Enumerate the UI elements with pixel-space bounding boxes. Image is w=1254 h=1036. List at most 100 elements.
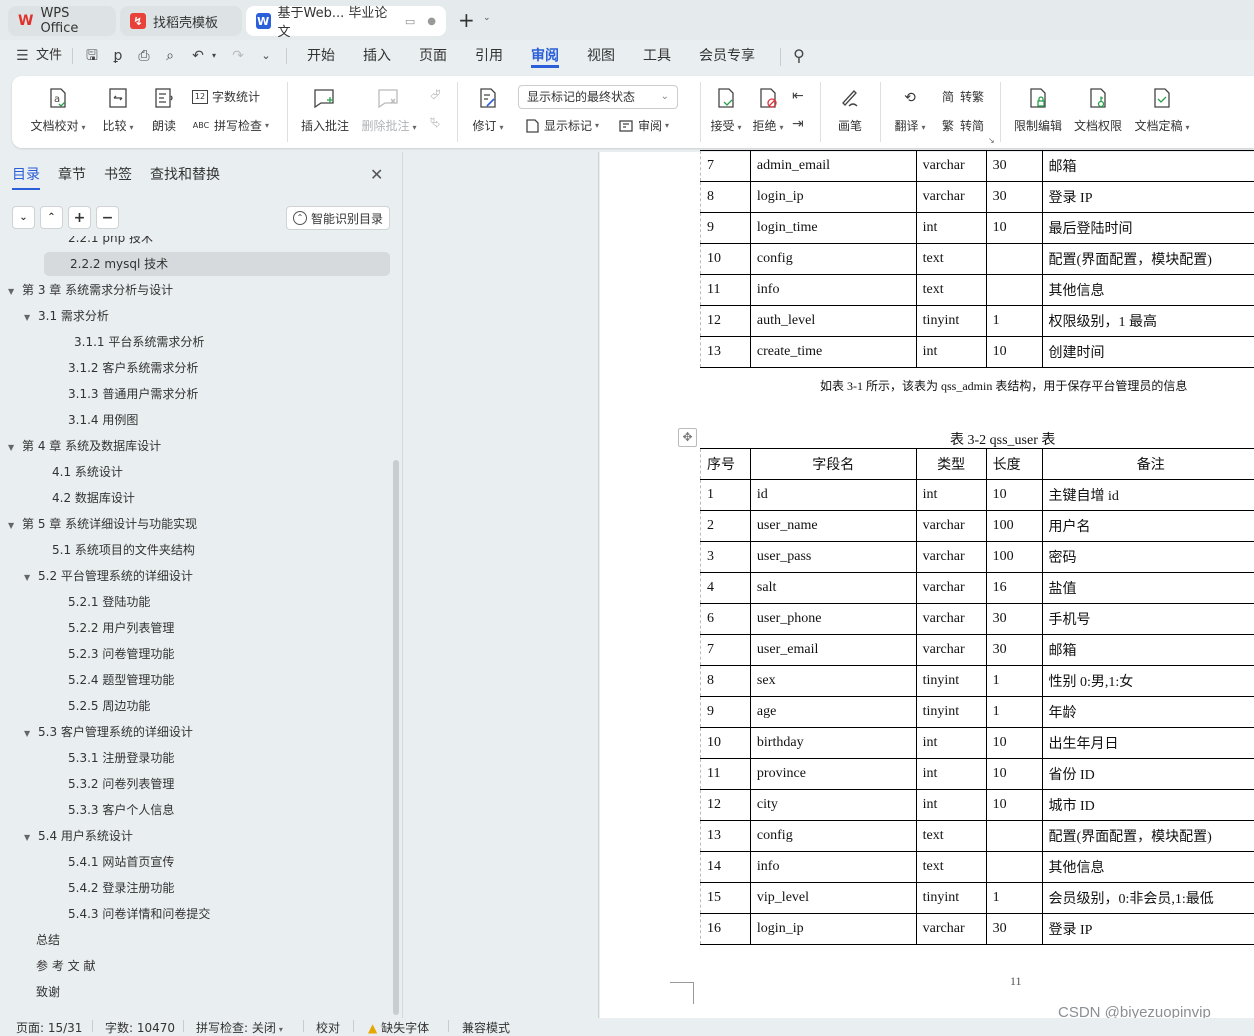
toc-item[interactable]: 5.2.1 登陆功能 (68, 590, 150, 614)
toc-item[interactable]: 5.2.4 题型管理功能 (68, 668, 174, 692)
toc-item[interactable]: 5.2.2 用户列表管理 (68, 616, 174, 640)
next-revision-icon[interactable]: ⇥ (792, 116, 804, 132)
toc-item[interactable]: 5.2.5 周边功能 (68, 694, 150, 718)
prev-revision-icon[interactable]: ⇤ (792, 88, 804, 104)
read-aloud-button[interactable]: 朗读 (150, 76, 178, 134)
menu-file[interactable]: 文件 (36, 46, 62, 68)
menu-home[interactable]: 开始 (307, 46, 335, 68)
toc-item[interactable]: 3.1.1 平台系统需求分析 (74, 330, 204, 354)
search-icon[interactable]: ⚲ (791, 48, 807, 64)
remove-level-button[interactable]: − (96, 206, 119, 229)
menu-page[interactable]: 页面 (419, 46, 447, 68)
spell-check-status[interactable]: 拼写检查: 关闭▾ (196, 1019, 283, 1036)
expand-triangle-icon[interactable]: ▼ (8, 436, 22, 460)
to-simplified-button[interactable]: 繁 转简 (940, 117, 984, 134)
show-markup-button[interactable]: 显示标记▾ (524, 117, 599, 134)
new-tab-plus-icon[interactable]: + (458, 8, 475, 32)
tab-bookmarks[interactable]: 书签 (104, 164, 132, 190)
tab-docer[interactable]: ↯ 找稻壳模板 (120, 6, 242, 36)
add-level-button[interactable]: + (68, 206, 91, 229)
prev-comment-icon[interactable]: ⮰ (430, 88, 440, 103)
menu-review[interactable]: 审阅 (531, 46, 559, 68)
undo-dropdown-icon[interactable]: ▾ (206, 48, 222, 64)
toc-item[interactable]: 3.1.3 普通用户需求分析 (68, 382, 198, 406)
toc-item[interactable]: 5.1 系统项目的文件夹结构 (52, 538, 195, 562)
doc-permission-button[interactable]: 文档权限 (1072, 76, 1124, 134)
tab-find-replace[interactable]: 查找和替换 (150, 164, 220, 190)
to-traditional-button[interactable]: 简 转繁 (940, 88, 984, 105)
toc-item[interactable]: 5.4.3 问卷详情和问卷提交 (68, 902, 210, 926)
toc-item[interactable]: 3.1.2 客户系统需求分析 (68, 356, 198, 380)
more-chevron-icon[interactable]: ⌄ (258, 48, 274, 64)
missing-font-status[interactable]: ▲ 缺失字体 (368, 1019, 429, 1036)
accept-button[interactable]: 接受▾ (706, 76, 746, 134)
menu-member[interactable]: 会员专享 (699, 46, 755, 68)
tab-list-chevron-icon[interactable]: ⌄ (483, 13, 491, 23)
toc-item[interactable]: 2.2.2 mysql 技术 (44, 252, 390, 276)
redo-icon[interactable]: ↷ (230, 48, 246, 64)
toc-item[interactable]: 4.1 系统设计 (52, 460, 123, 484)
tab-wps-office[interactable]: W WPS Office (8, 6, 116, 36)
expand-triangle-icon[interactable]: ▼ (24, 566, 38, 590)
revise-button[interactable]: 修订▾ (468, 76, 508, 134)
table-move-handle-icon[interactable]: ✥ (678, 428, 697, 447)
toc-item[interactable]: 参 考 文 献 (36, 954, 95, 978)
menu-references[interactable]: 引用 (475, 46, 503, 68)
insert-comment-button[interactable]: 插入批注 (300, 76, 350, 134)
expand-triangle-icon[interactable]: ▼ (24, 306, 38, 330)
toc-item[interactable]: ▼第 4 章 系统及数据库设计 (8, 434, 161, 458)
menu-view[interactable]: 视图 (587, 46, 615, 68)
proofread-button[interactable]: a 文档校对▾ (30, 76, 86, 134)
dialog-launcher-icon[interactable]: ↘ (988, 136, 995, 145)
review-pane-button[interactable]: 审阅▾ (618, 117, 669, 134)
sidebar-scrollbar[interactable] (393, 460, 399, 1015)
close-icon[interactable]: ✕ (370, 165, 383, 184)
tab-chapters[interactable]: 章节 (58, 164, 86, 190)
expand-triangle-icon[interactable]: ▼ (8, 280, 22, 304)
collapse-up-button[interactable]: ⌃ (40, 206, 63, 229)
doc-finalize-button[interactable]: 文档定稿▾ (1132, 76, 1192, 134)
toc-item[interactable]: 2.2.1 php 技术 (68, 236, 153, 250)
delete-comment-button[interactable]: 删除批注▾ (360, 76, 418, 134)
toc-item[interactable]: ▼3.1 需求分析 (24, 304, 109, 328)
compare-button[interactable]: 比较▾ (98, 76, 138, 134)
expand-triangle-icon[interactable]: ▼ (8, 514, 22, 538)
toc-item[interactable]: 4.2 数据库设计 (52, 486, 135, 510)
save-icon[interactable]: 🖫 (84, 48, 100, 64)
spell-check-button[interactable]: ABC 拼写检查▾ (192, 117, 269, 134)
reject-button[interactable]: 拒绝▾ (748, 76, 788, 134)
expand-triangle-icon[interactable]: ▼ (24, 722, 38, 746)
toc-item[interactable]: 3.1.4 用例图 (68, 408, 138, 432)
toc-item[interactable]: 5.2.3 问卷管理功能 (68, 642, 174, 666)
toc-item[interactable]: ▼第 5 章 系统详细设计与功能实现 (8, 512, 197, 536)
page-indicator[interactable]: 页面: 15/31 (16, 1019, 82, 1036)
translate-button[interactable]: ⟲ 翻译▾ (890, 76, 930, 134)
tab-toc[interactable]: 目录 (12, 164, 40, 190)
link-icon[interactable]: ꝑ (110, 48, 126, 64)
hamburger-icon[interactable]: ☰ (16, 48, 29, 64)
toc-item[interactable]: 5.4.2 登录注册功能 (68, 876, 174, 900)
word-count-button[interactable]: 12 字数统计 (192, 88, 260, 105)
toc-item[interactable]: 致谢 (36, 980, 60, 1004)
markup-state-select[interactable]: 显示标记的最终状态 ⌄ (518, 85, 678, 109)
smart-toc-button[interactable]: ⌃ 智能识别目录 (286, 206, 390, 230)
pen-button[interactable]: 画笔 (834, 76, 866, 134)
undo-icon[interactable]: ↶ (190, 48, 206, 64)
next-comment-icon[interactable]: ⮱ (430, 116, 440, 131)
toc-item[interactable]: ▼5.3 客户管理系统的详细设计 (24, 720, 193, 744)
expand-down-button[interactable]: ⌄ (12, 206, 35, 229)
print-icon[interactable]: ⎙ (136, 48, 152, 64)
toc-item[interactable]: ▼第 3 章 系统需求分析与设计 (8, 278, 173, 302)
proof-status[interactable]: 校对 (316, 1019, 340, 1036)
expand-triangle-icon[interactable]: ▼ (24, 826, 38, 850)
menu-insert[interactable]: 插入 (363, 46, 391, 68)
toc-item[interactable]: 总结 (36, 928, 60, 952)
restrict-edit-button[interactable]: 限制编辑 (1012, 76, 1064, 134)
word-count[interactable]: 字数: 10470 (105, 1019, 175, 1036)
toc-item[interactable]: 5.4.1 网站首页宣传 (68, 850, 174, 874)
toc-item[interactable]: ▼5.4 用户系统设计 (24, 824, 133, 848)
toc-item[interactable]: ▼5.2 平台管理系统的详细设计 (24, 564, 193, 588)
menu-tools[interactable]: 工具 (643, 46, 671, 68)
monitor-icon[interactable]: ▭ (405, 15, 415, 28)
tab-document[interactable]: W 基于Web... 毕业论文 ▭ ● (246, 6, 446, 36)
